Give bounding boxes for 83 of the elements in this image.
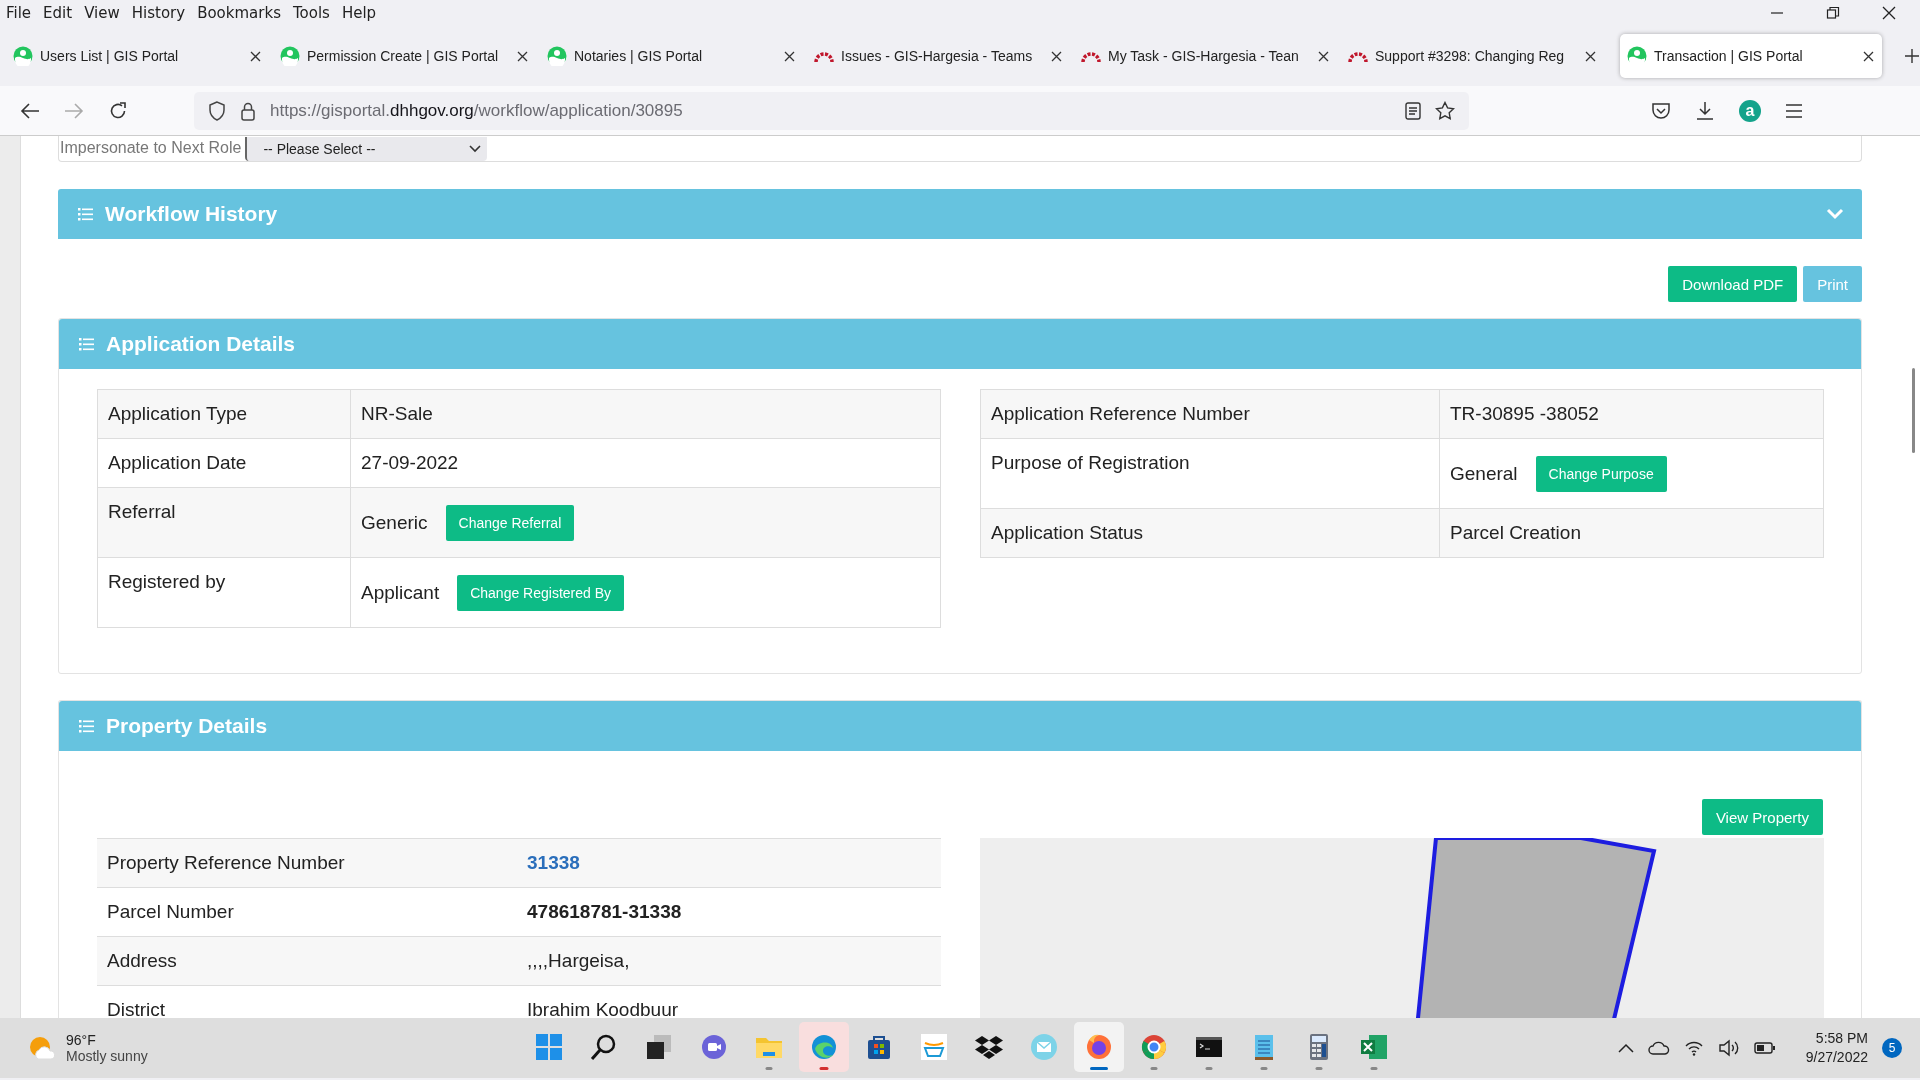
table-cell: Application Type [97,389,351,439]
close-icon[interactable] [1585,50,1596,62]
table-cell: TR-30895 -38052 [1450,403,1599,425]
table-cell: Registered by [97,557,351,628]
close-icon[interactable] [1863,50,1874,62]
close-icon[interactable] [784,50,795,62]
reader-view-icon[interactable] [1405,101,1421,120]
sun-cloud-icon [28,1035,56,1061]
browser-tab[interactable]: Issues - GIS-Hargesia - Teams [807,34,1070,78]
globe-logo-icon [280,46,300,66]
table-cell: Referral [97,487,351,558]
notification-badge[interactable]: 5 [1882,1038,1902,1058]
table-cell: Generic [361,511,428,534]
table-cell: ,,,,Hargeisa, [527,950,630,971]
menu-item[interactable]: Bookmarks [197,4,281,22]
table-cell: Purpose of Registration [980,438,1440,509]
back-arrow-icon[interactable] [20,101,40,120]
menu-item[interactable]: Help [341,4,377,22]
arc-logo-icon [814,49,834,63]
table-cell: Application Status [980,508,1440,558]
browser-tab[interactable]: Permission Create | GIS Portal [273,34,536,78]
download-icon[interactable] [1695,100,1715,121]
table-cell: Parcel Creation [1450,522,1581,544]
temperature-text: 96°F [66,1032,97,1048]
browser-tab[interactable]: Notaries | GIS Portal [540,34,803,78]
menu-item[interactable]: File [6,4,32,22]
menu-item[interactable]: History [131,4,186,22]
clock[interactable]: 5:58 PM 9/27/2022 [1805,1029,1868,1067]
table-cell: Application Reference Number [980,389,1440,439]
lock-icon [240,100,256,121]
table-cell: Ibrahim Koodbuur [527,999,679,1018]
menu-item[interactable]: Edit [43,4,73,22]
wifi-icon[interactable] [1683,1040,1704,1056]
pocket-icon[interactable] [1651,101,1671,120]
list-icon [79,337,94,351]
scrollbar-thumb[interactable] [1912,368,1915,453]
list-icon [79,719,94,733]
table-cell: 27-09-2022 [361,452,459,474]
address-bar[interactable]: https://gisportal.dhhgov.org/workflow/application/30895 [194,91,1469,130]
browser-tab[interactable]: Support #3298: Changing Reg [1341,34,1604,78]
table-cell: Application Date [97,438,351,488]
close-icon[interactable] [250,50,261,62]
arc-logo-icon [1081,49,1101,63]
list-icon [78,207,93,221]
browser-tab[interactable]: My Task - GIS-Hargesia - Tean [1074,34,1337,78]
url-text: https://gisportal.dhhgov.org/workflow/application/30895 [270,100,683,121]
menu-item[interactable]: Tools [292,4,330,22]
table-cell: 478618781-31338 [527,901,682,922]
close-icon[interactable] [517,50,528,62]
star-icon[interactable] [1435,100,1455,121]
arc-logo-icon [1348,49,1368,63]
table-cell: Applicant [361,581,440,604]
table-cell: Property Reference Number [97,838,517,888]
close-icon[interactable] [1318,50,1329,62]
shield-icon [208,100,226,121]
chevron-up-icon[interactable] [1617,1043,1634,1053]
browser-tab[interactable]: Users List | GIS Portal [6,34,269,78]
property-link[interactable]: 31338 [527,852,580,873]
cloud-icon[interactable] [1647,1041,1670,1055]
reload-icon[interactable] [108,100,128,121]
close-icon[interactable] [1051,50,1062,62]
role-select[interactable]: -- Please Select -- [245,137,488,161]
globe-logo-icon [547,46,567,66]
table-cell: General [1450,462,1518,485]
speaker-icon[interactable] [1717,1039,1740,1057]
weather-condition: Mostly sunny [66,1048,148,1064]
section-header: Property Details [59,701,1861,751]
firefox-icon[interactable] [1074,1022,1124,1072]
plus-icon[interactable] [1904,48,1920,64]
menu-item[interactable]: View [84,4,120,22]
browser-tab[interactable]: Transaction | GIS Portal [1620,34,1882,78]
table-cell: Address [97,936,517,986]
field-label: Impersonate to Next Role [59,139,243,158]
globe-logo-icon [13,46,33,66]
restore-icon[interactable] [1826,6,1840,20]
chevron-down-icon [469,145,482,153]
battery-icon[interactable] [1753,1041,1776,1055]
close-icon[interactable] [1882,6,1896,20]
edge-icon[interactable] [799,1022,849,1072]
table-cell: NR-Sale [361,403,433,425]
section-header: Application Details [59,319,1861,369]
menu-icon[interactable] [1785,102,1803,119]
globe-logo-icon [1627,46,1647,66]
